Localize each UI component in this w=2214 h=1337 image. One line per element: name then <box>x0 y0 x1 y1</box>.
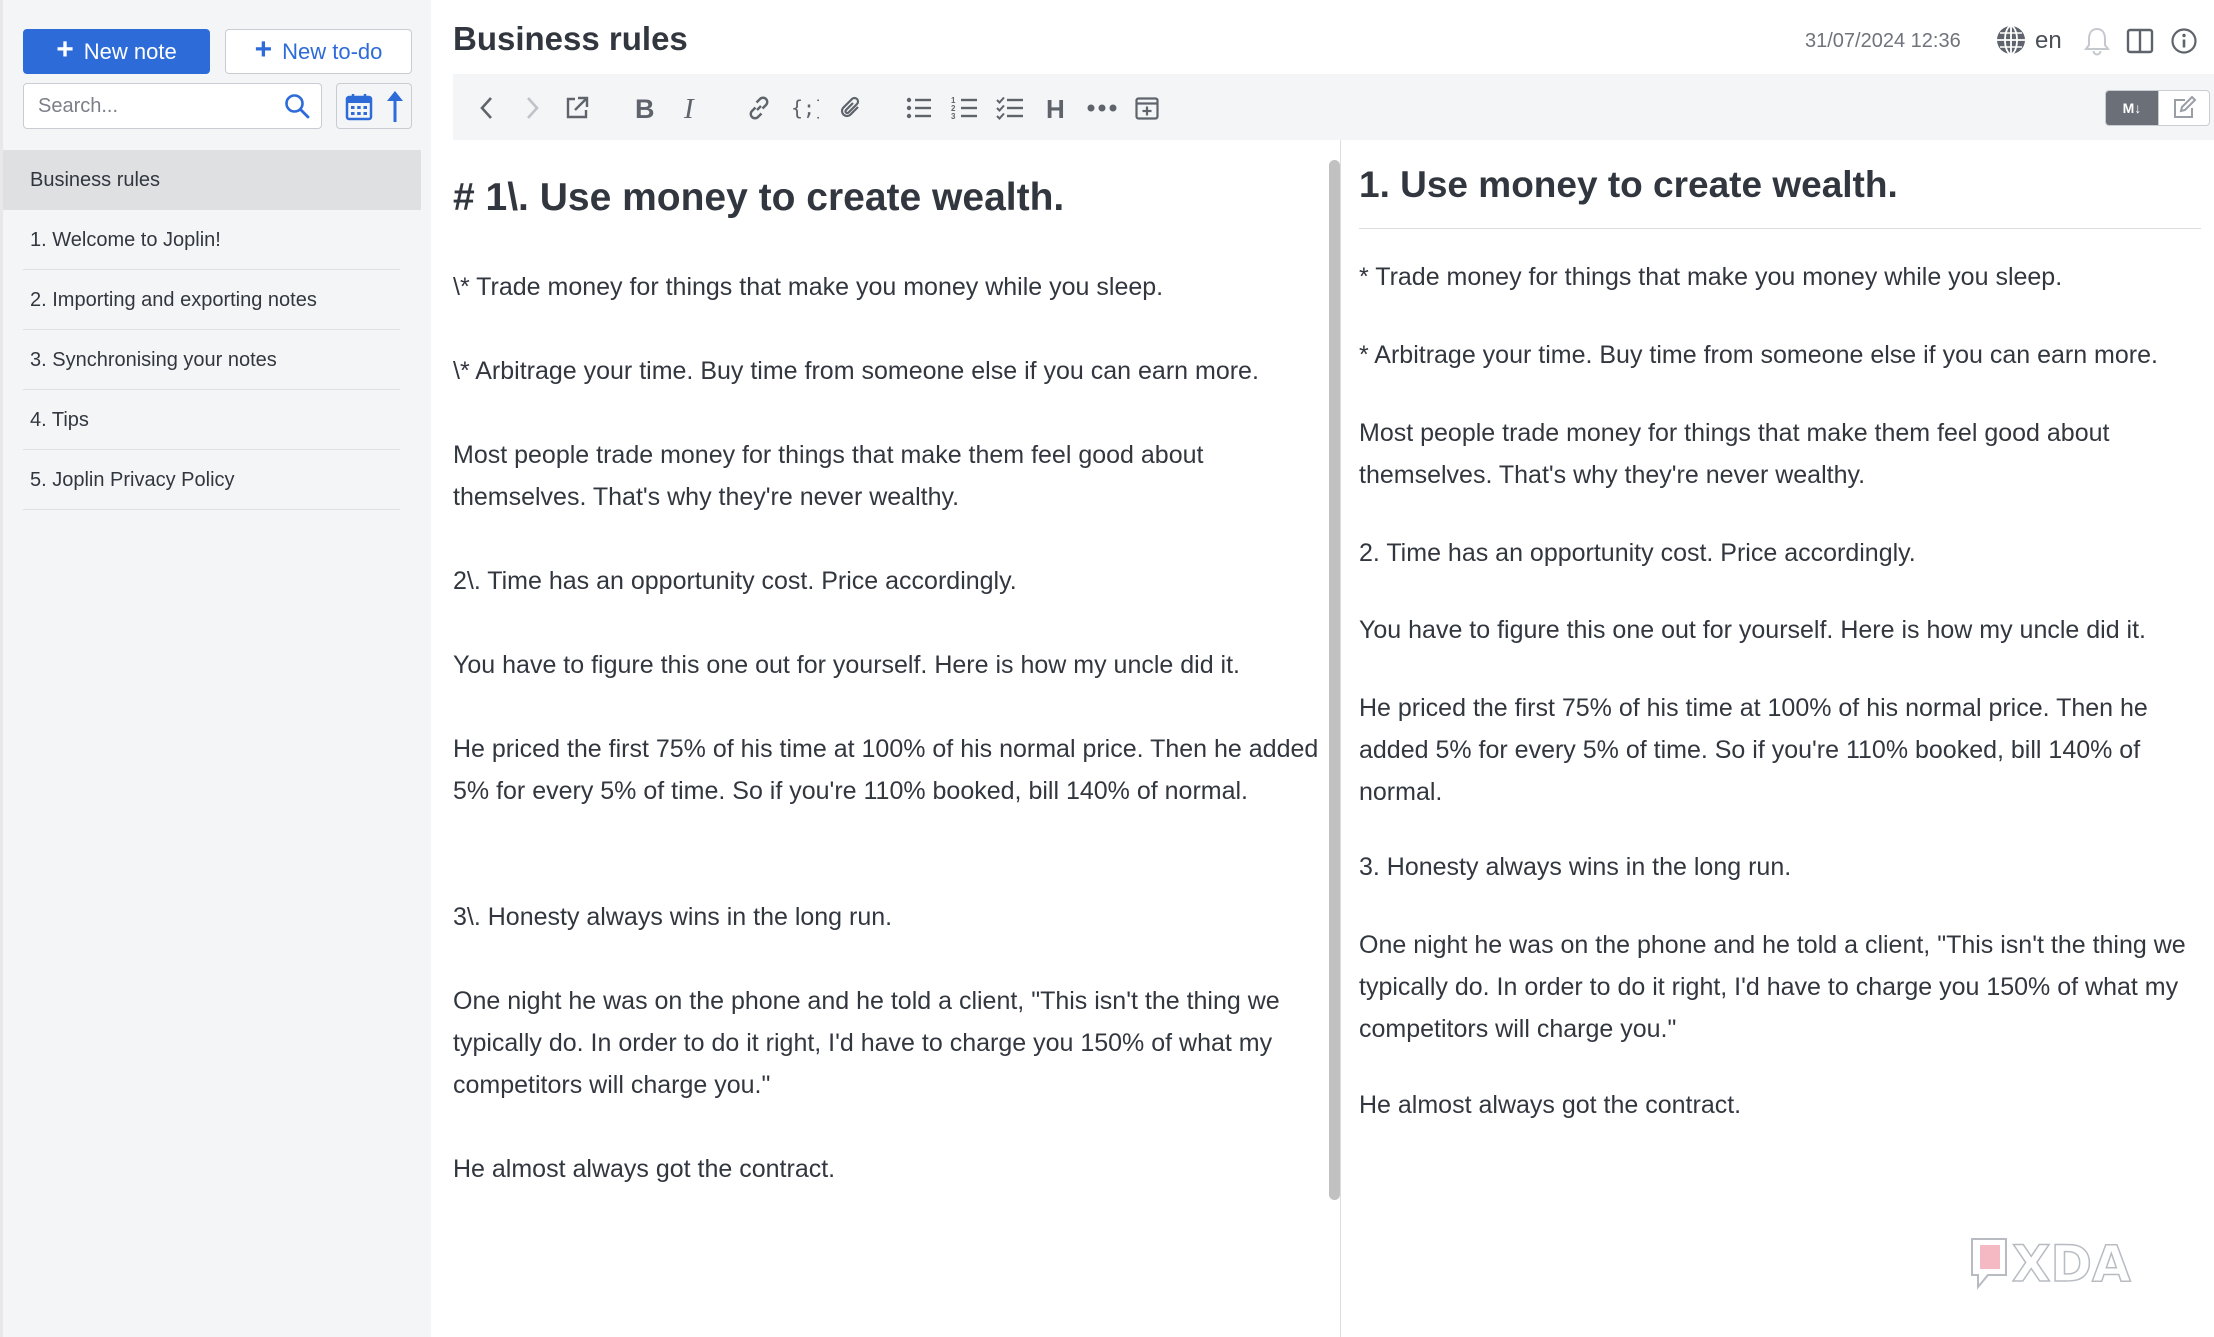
heading-icon[interactable]: H <box>1040 92 1072 124</box>
preview-paragraph: You have to figure this one out for your… <box>1359 616 2146 644</box>
preview-heading: 1. Use money to create wealth. <box>1359 164 1898 205</box>
attach-icon[interactable] <box>835 92 867 124</box>
preview-paragraph: * Trade money for things that make you m… <box>1359 263 2063 291</box>
markdown-editor[interactable]: # 1\. Use money to create wealth. \* Tra… <box>453 140 1333 1337</box>
editor-line: He almost always got the contract. <box>453 1155 836 1183</box>
note-list-item-title: 2. Importing and exporting notes <box>30 288 317 311</box>
note-list-item[interactable]: 3. Synchronising your notes <box>3 330 421 390</box>
editor-line: 3\. Honesty always wins in the long run. <box>453 903 893 931</box>
note-list-item-title: 3. Synchronising your notes <box>30 348 277 371</box>
toggle-layout-icon[interactable] <box>2126 27 2154 60</box>
new-todo-label: New to-do <box>282 38 383 64</box>
note-list: Business rules 1. Welcome to Joplin! 2. … <box>3 150 421 510</box>
editor-line: \* Trade money for things that make you … <box>453 273 1164 301</box>
note-list-item[interactable]: 2. Importing and exporting notes <box>3 270 421 330</box>
new-note-button[interactable]: + New note <box>23 29 210 74</box>
preview-paragraph: He almost always got the contract. <box>1359 1091 1742 1119</box>
svg-text:I: I <box>683 94 695 122</box>
preview-paragraph: * Arbitrage your time. Buy time from som… <box>1359 341 2158 369</box>
editor-line: \* Arbitrage your time. Buy time from so… <box>453 357 1259 385</box>
note-list-item[interactable]: 5. Joplin Privacy Policy <box>3 450 421 510</box>
editor-line: Most people trade money for things that … <box>453 441 1204 511</box>
svg-text:{;}: {;} <box>791 96 819 120</box>
new-note-label: New note <box>83 38 177 64</box>
globe-icon[interactable] <box>1995 24 2027 61</box>
preview-paragraph: 2. Time has an opportunity cost. Price a… <box>1359 539 1916 567</box>
back-icon[interactable] <box>471 92 503 124</box>
editor-line: 2\. Time has an opportunity cost. Price … <box>453 567 1017 595</box>
pane-divider <box>1340 140 1341 1337</box>
note-list-item[interactable]: 1. Welcome to Joplin! <box>3 210 421 270</box>
editor-line: He priced the first 75% of his time at 1… <box>453 735 1319 805</box>
note-list-panel: + New note + New to-do Business rules 1.… <box>0 0 431 1337</box>
markdown-preview: 1. Use money to create wealth. * Trade m… <box>1359 140 2204 1337</box>
sort-direction-icon[interactable] <box>385 90 405 129</box>
search-icon[interactable] <box>283 92 311 125</box>
edit-icon <box>2173 96 2196 118</box>
svg-text:3: 3 <box>951 112 956 121</box>
numbered-list-icon[interactable]: 123 <box>949 92 981 124</box>
preview-paragraph: One night he was on the phone and he tol… <box>1359 931 2186 1043</box>
external-edit-icon[interactable] <box>561 92 593 124</box>
new-todo-button[interactable]: + New to-do <box>225 29 412 74</box>
bold-icon[interactable]: B <box>629 92 661 124</box>
editor-heading-line: # 1\. Use money to create wealth. <box>453 176 1065 219</box>
insert-time-icon[interactable] <box>1131 92 1163 124</box>
preview-paragraph: Most people trade money for things that … <box>1359 419 2110 489</box>
link-icon[interactable] <box>743 92 775 124</box>
editor-line: You have to figure this one out for your… <box>453 651 1240 679</box>
preview-paragraph: 3. Honesty always wins in the long run. <box>1359 853 1792 881</box>
search-input[interactable] <box>38 93 268 119</box>
checklist-icon[interactable] <box>994 92 1026 124</box>
note-date: 31/07/2024 12:36 <box>1805 30 1961 52</box>
more-icon[interactable] <box>1086 92 1118 124</box>
markdown-mode-button[interactable]: M↓ <box>2106 91 2158 125</box>
preview-paragraph: He priced the first 75% of his time at 1… <box>1359 694 2148 806</box>
forward-icon[interactable] <box>516 92 548 124</box>
svg-text:B: B <box>635 94 655 122</box>
markdown-icon: M↓ <box>2122 100 2142 116</box>
italic-icon[interactable]: I <box>675 92 707 124</box>
note-list-item-title: 1. Welcome to Joplin! <box>30 228 221 251</box>
watermark-text: XDA <box>2012 1235 2131 1293</box>
editor-toolbar: B I {;} 123 H M↓ <box>453 74 2214 140</box>
note-list-item-title: 4. Tips <box>30 408 89 431</box>
note-list-item[interactable]: 4. Tips <box>3 390 421 450</box>
spellcheck-language[interactable]: en <box>2035 27 2062 55</box>
heading-underline <box>1359 228 2201 229</box>
search-box <box>23 83 322 129</box>
note-list-item-title: Business rules <box>30 168 161 191</box>
bullet-list-icon[interactable] <box>903 92 935 124</box>
note-title[interactable]: Business rules <box>453 20 688 58</box>
sort-controls <box>336 83 412 129</box>
code-icon[interactable]: {;} <box>789 92 821 124</box>
rich-text-mode-button[interactable] <box>2158 91 2209 125</box>
editor-line: One night he was on the phone and he tol… <box>453 987 1280 1099</box>
note-properties-info-icon[interactable] <box>2170 27 2198 60</box>
plus-icon: + <box>56 33 74 66</box>
plus-icon: + <box>254 33 273 66</box>
editor-scrollbar[interactable] <box>1329 160 1340 1200</box>
xda-watermark-logo: XDA <box>1971 1234 2132 1294</box>
calendar-icon[interactable] <box>344 92 374 127</box>
svg-text:H: H <box>1046 94 1065 122</box>
note-list-item-title: 5. Joplin Privacy Policy <box>30 468 235 491</box>
note-list-item[interactable]: Business rules <box>3 150 421 210</box>
alarm-bell-icon[interactable] <box>2083 26 2111 61</box>
editor-mode-toggle: M↓ <box>2105 90 2210 126</box>
